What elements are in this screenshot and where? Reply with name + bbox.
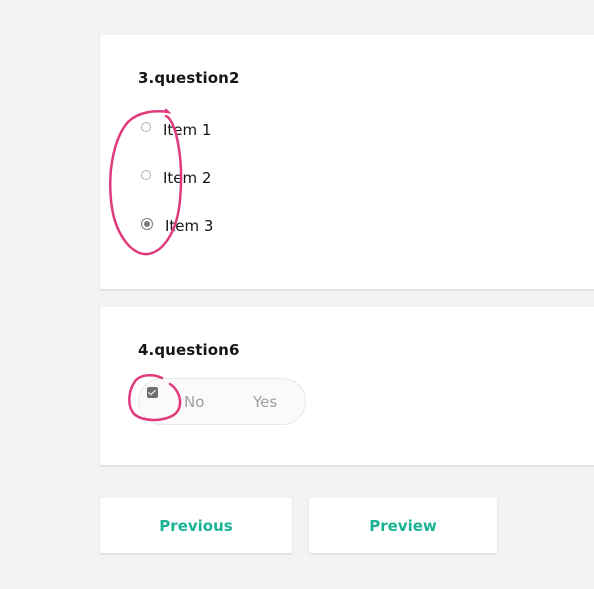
checkbox-checked-icon[interactable] bbox=[147, 387, 158, 398]
radio-option-label: Item 3 bbox=[165, 217, 214, 235]
radio-option-item-2[interactable]: Item 2 bbox=[141, 167, 211, 189]
question-card-question6: 4.question6 No Yes bbox=[100, 307, 594, 465]
radio-option-label: Item 1 bbox=[163, 121, 212, 139]
previous-button-label: Previous bbox=[159, 516, 233, 535]
toggle-no-label[interactable]: No bbox=[184, 393, 204, 411]
radio-button-icon[interactable] bbox=[141, 170, 151, 180]
radio-button-icon[interactable] bbox=[141, 122, 151, 132]
preview-button[interactable]: Preview bbox=[309, 498, 497, 553]
preview-button-label: Preview bbox=[369, 516, 437, 535]
boolean-toggle[interactable]: No Yes bbox=[138, 378, 306, 425]
question-title: 3.question2 bbox=[138, 69, 240, 87]
radio-option-item-3[interactable]: Item 3 bbox=[141, 215, 213, 237]
question-card-question2: 3.question2 Item 1 Item 2 Item 3 bbox=[100, 35, 594, 289]
toggle-yes-label[interactable]: Yes bbox=[253, 393, 277, 411]
radio-button-checked-icon[interactable] bbox=[141, 218, 153, 230]
radio-option-item-1[interactable]: Item 1 bbox=[141, 119, 211, 141]
radio-option-label: Item 2 bbox=[163, 169, 212, 187]
question-title: 4.question6 bbox=[138, 341, 240, 359]
previous-button[interactable]: Previous bbox=[100, 498, 292, 553]
